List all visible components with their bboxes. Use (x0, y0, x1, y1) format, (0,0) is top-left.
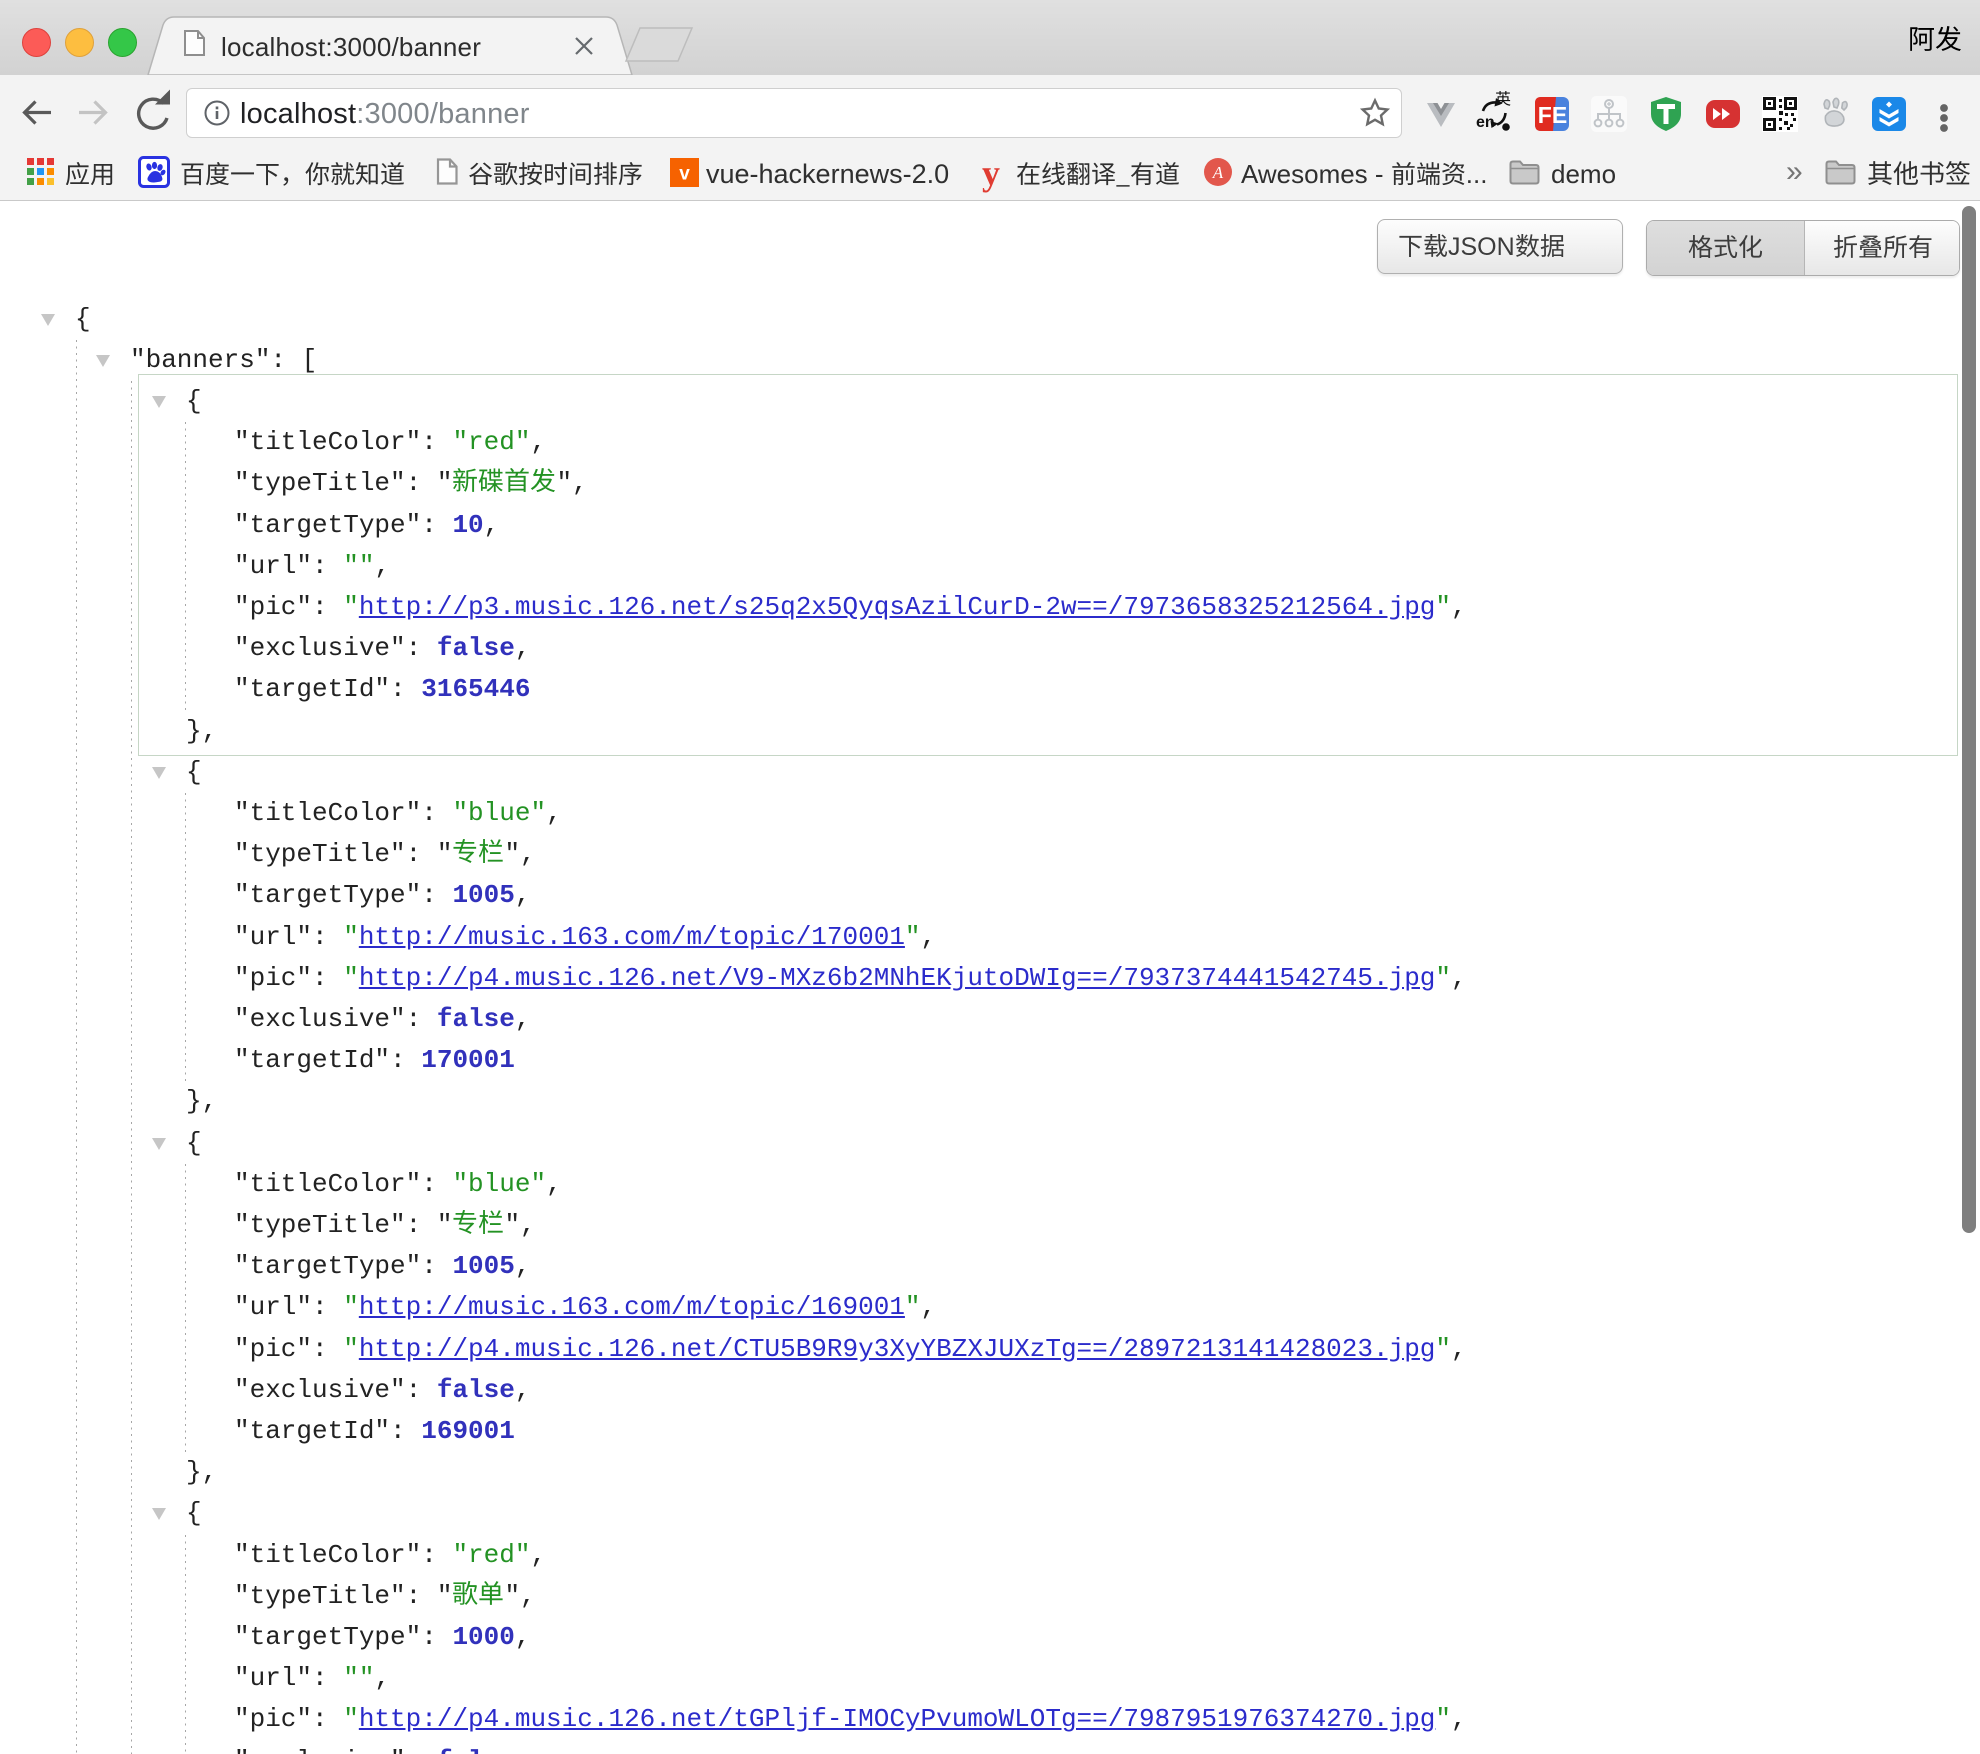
svg-text:A: A (1212, 163, 1224, 182)
svg-text:v: v (679, 164, 690, 185)
svg-text:FE: FE (1538, 102, 1567, 128)
